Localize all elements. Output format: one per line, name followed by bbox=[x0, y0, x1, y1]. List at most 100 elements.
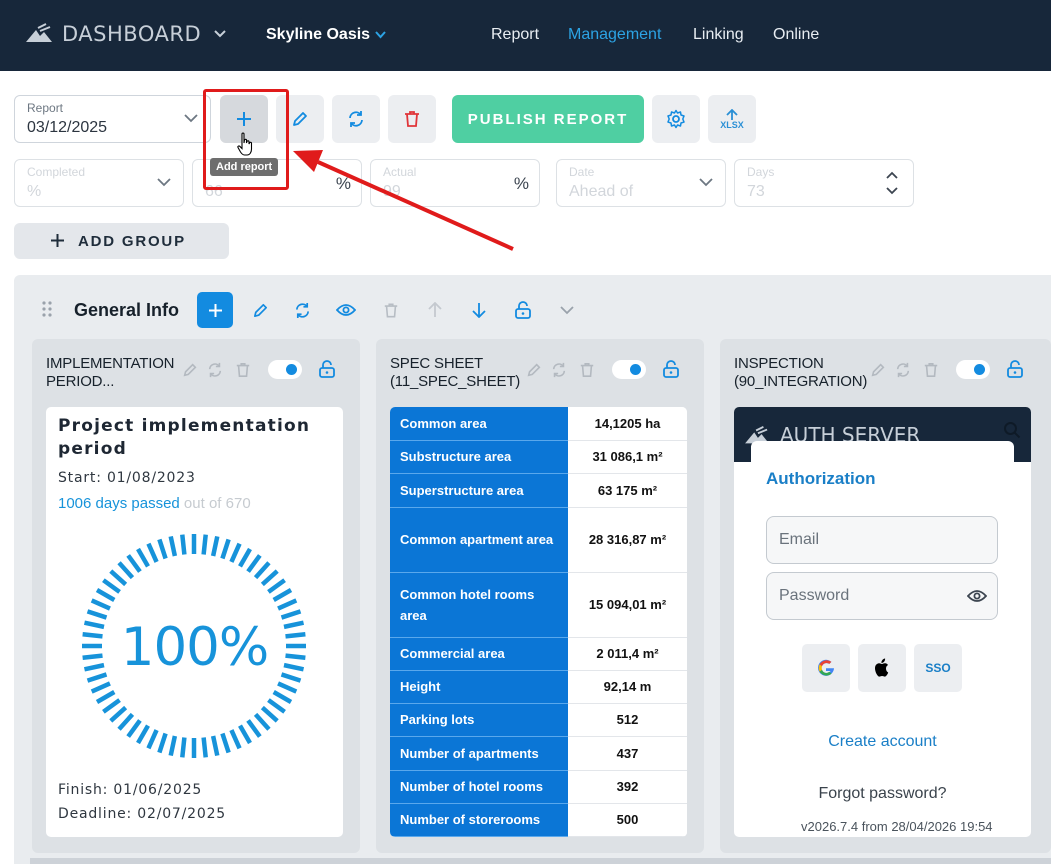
spec-key: Number of apartments bbox=[390, 736, 568, 771]
gauge-tick bbox=[90, 598, 111, 611]
eye-icon[interactable] bbox=[967, 589, 987, 603]
spec-table: Common area 14,1205 ha Substructure area 3… bbox=[390, 407, 687, 837]
completed-select[interactable]: Completed % bbox=[14, 159, 184, 207]
search-icon[interactable] bbox=[1003, 421, 1021, 439]
password-field[interactable]: Password bbox=[766, 572, 998, 620]
spec-value: 392 bbox=[568, 770, 687, 804]
report-select[interactable]: Report 03/12/2025 bbox=[14, 95, 211, 143]
card-toggle[interactable] bbox=[956, 360, 990, 379]
spec-key: Common hotel rooms area bbox=[390, 572, 568, 638]
refresh-icon[interactable] bbox=[895, 362, 911, 378]
nav-management[interactable]: Management bbox=[568, 26, 661, 44]
refresh-icon[interactable] bbox=[551, 362, 567, 378]
pencil-icon[interactable] bbox=[526, 362, 542, 378]
add-group-label: ADD GROUP bbox=[78, 232, 186, 250]
spec-value: 500 bbox=[568, 803, 687, 837]
gauge-tick bbox=[220, 732, 231, 754]
project-heading: Project implementation period bbox=[58, 415, 310, 461]
pencil-icon[interactable] bbox=[182, 362, 198, 378]
export-xlsx-button[interactable]: XLSX bbox=[708, 95, 756, 143]
settings-button[interactable] bbox=[652, 95, 700, 143]
gauge-tick bbox=[238, 547, 252, 568]
date-select[interactable]: Date Ahead of bbox=[556, 159, 726, 207]
chevron-down-icon bbox=[699, 178, 713, 187]
unlock-icon[interactable] bbox=[318, 360, 336, 378]
card-title-line2: PERIOD... bbox=[46, 373, 115, 390]
refresh-button[interactable] bbox=[332, 95, 380, 143]
google-login-button[interactable] bbox=[802, 644, 850, 692]
table-row: Height 92,14 m bbox=[390, 670, 687, 704]
create-account-link[interactable]: Create account bbox=[751, 733, 1014, 751]
pencil-icon[interactable] bbox=[870, 362, 886, 378]
eye-icon bbox=[336, 304, 356, 316]
nav-report[interactable]: Report bbox=[491, 26, 539, 44]
email-field[interactable]: Email bbox=[766, 516, 998, 564]
move-up-button[interactable] bbox=[417, 292, 453, 328]
card-title-line2: (90_INTEGRATION) bbox=[734, 373, 868, 390]
apple-login-button[interactable] bbox=[858, 644, 906, 692]
top-navbar: DASHBOARD Skyline Oasis Report Managemen… bbox=[0, 0, 1051, 71]
unlock-icon[interactable] bbox=[1006, 360, 1024, 378]
trash-icon[interactable] bbox=[923, 362, 939, 378]
spec-value: 437 bbox=[568, 736, 687, 771]
gauge-tick bbox=[102, 698, 121, 714]
card-toggle[interactable] bbox=[268, 360, 302, 379]
gauge-tick bbox=[272, 690, 293, 704]
gauge-tick bbox=[267, 578, 286, 594]
card-toggle[interactable] bbox=[612, 360, 646, 379]
add-card-button[interactable] bbox=[197, 292, 233, 328]
gauge-tick bbox=[277, 598, 298, 611]
gauge-tick bbox=[117, 561, 135, 580]
add-group-button[interactable]: ADD GROUP bbox=[14, 223, 229, 259]
project-selector[interactable]: Skyline Oasis bbox=[266, 26, 386, 44]
next-group-edge bbox=[30, 858, 1051, 864]
refresh-icon[interactable] bbox=[207, 362, 223, 378]
arrow-down-icon bbox=[472, 303, 486, 318]
publish-report-button[interactable]: PUBLISH REPORT bbox=[452, 95, 644, 143]
actual-input[interactable]: Actual 99 % bbox=[370, 159, 540, 207]
visibility-button[interactable] bbox=[328, 292, 364, 328]
report-value: 03/12/2025 bbox=[27, 119, 108, 136]
xlsx-label: XLSX bbox=[720, 119, 744, 130]
refresh-group-button[interactable] bbox=[284, 292, 320, 328]
dashboard-menu[interactable]: DASHBOARD bbox=[24, 22, 227, 46]
trash-icon[interactable] bbox=[579, 362, 595, 378]
card-title: INSPECTION (90_INTEGRATION) bbox=[734, 355, 867, 391]
gauge-tick bbox=[272, 588, 293, 602]
table-row: Parking lots 512 bbox=[390, 703, 687, 737]
gauge-tick bbox=[238, 724, 252, 745]
gauge-tick bbox=[260, 569, 279, 587]
stepper-arrows-icon[interactable] bbox=[885, 168, 899, 198]
spec-key: Common apartment area bbox=[390, 507, 568, 573]
spec-key: Superstructure area bbox=[390, 473, 568, 508]
forgot-password-link[interactable]: Forgot password? bbox=[751, 785, 1014, 803]
gauge-tick bbox=[109, 705, 128, 723]
chevron-down-icon bbox=[184, 114, 198, 123]
lock-group-button[interactable] bbox=[505, 292, 541, 328]
collapse-group-button[interactable] bbox=[549, 292, 585, 328]
delete-report-button[interactable] bbox=[388, 95, 436, 143]
gauge-tick bbox=[90, 681, 111, 694]
nav-linking[interactable]: Linking bbox=[693, 26, 744, 44]
version-text: v2026.7.4 from 28/04/2026 19:54 bbox=[801, 819, 993, 834]
sso-login-button[interactable]: SSO bbox=[914, 644, 962, 692]
refresh-icon bbox=[295, 302, 309, 318]
gauge-tick bbox=[210, 735, 220, 757]
spec-value: 31 086,1 m² bbox=[568, 440, 687, 474]
drag-handle-icon[interactable] bbox=[42, 301, 52, 317]
gauge-tick bbox=[157, 732, 168, 754]
days-total: out of 670 bbox=[179, 495, 251, 512]
add-report-tooltip: Add report bbox=[210, 158, 279, 176]
hand-cursor-icon bbox=[237, 132, 253, 156]
embedded-auth-frame: AUTH SERVER Authorization Email Password bbox=[734, 407, 1031, 837]
move-down-button[interactable] bbox=[461, 292, 497, 328]
trash-icon[interactable] bbox=[235, 362, 251, 378]
gauge-tick bbox=[277, 681, 298, 694]
days-stepper[interactable]: Days 73 bbox=[734, 159, 914, 207]
gauge-tick bbox=[146, 729, 159, 750]
delete-group-button[interactable] bbox=[373, 292, 409, 328]
edit-group-button[interactable] bbox=[242, 292, 278, 328]
unlock-icon[interactable] bbox=[662, 360, 680, 378]
card-content: Project implementation period Start: 01/… bbox=[46, 407, 343, 837]
nav-online[interactable]: Online bbox=[773, 26, 819, 44]
